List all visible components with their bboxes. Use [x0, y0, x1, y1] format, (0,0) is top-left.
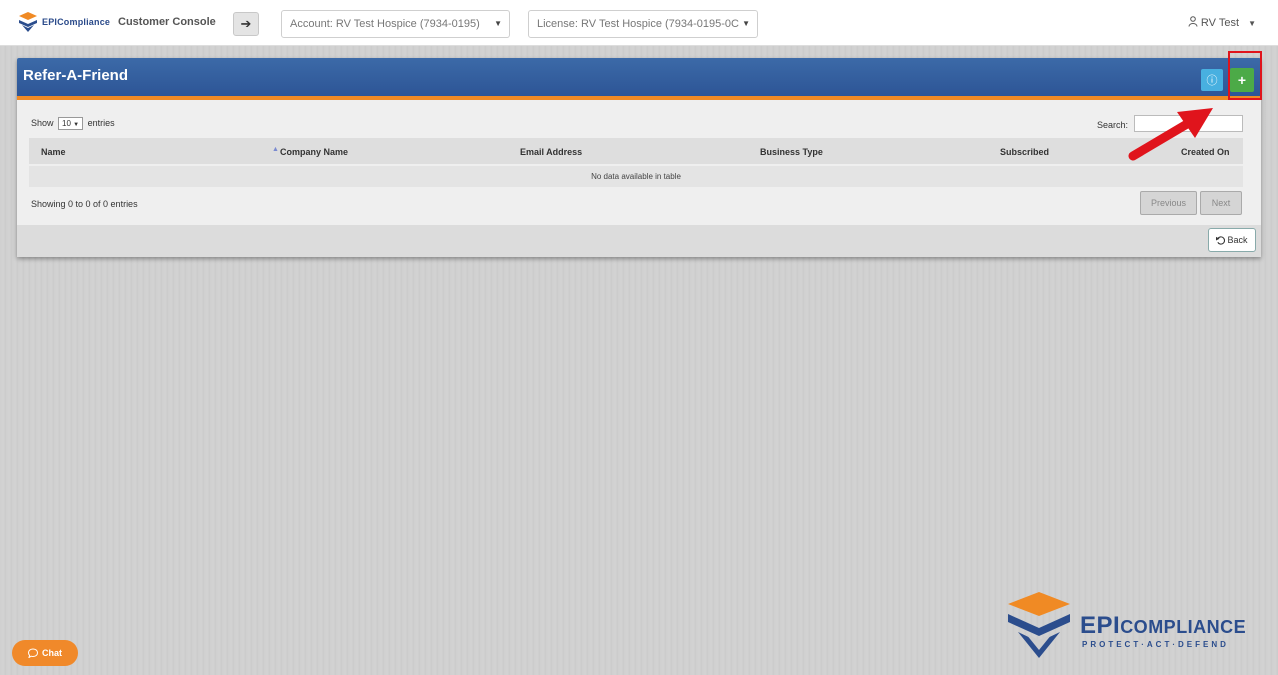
user-icon [1188, 16, 1198, 27]
footer-brand-epi: EPI [1080, 612, 1121, 639]
refer-a-friend-panel: Refer-A-Friend ⓘ + Show 10 ▼ entries Sea… [17, 58, 1261, 257]
chevron-down-icon: ▼ [1248, 19, 1256, 28]
search-label: Search: [1097, 120, 1129, 130]
chevron-down-icon: ▼ [73, 122, 80, 128]
column-header-email-address[interactable]: Email Address [520, 147, 582, 157]
chat-button[interactable]: Chat [12, 640, 78, 666]
chevron-down-icon: ▼ [742, 19, 750, 28]
chat-bubble-icon [28, 648, 38, 658]
previous-page-button[interactable]: Previous [1140, 191, 1197, 215]
epicompliance-large-logo-icon [1008, 592, 1070, 658]
user-menu[interactable]: RV Test ▼ [1188, 16, 1256, 29]
column-header-company-name[interactable]: Company Name [280, 147, 348, 157]
table-info-text: Showing 0 to 0 of 0 entries [31, 199, 138, 209]
sort-ascending-icon: ▲ [272, 146, 279, 153]
info-button[interactable]: ⓘ [1201, 69, 1223, 91]
next-page-button[interactable]: Next [1200, 191, 1242, 215]
column-header-subscribed[interactable]: Subscribed [1000, 147, 1049, 157]
user-name: RV Test [1200, 17, 1240, 29]
footer-brand-compliance: COMPLIANCE [1120, 617, 1247, 637]
red-arrow-annotation [1128, 108, 1213, 161]
license-select[interactable]: License: RV Test Hospice (7934-0195-0C ▼ [528, 10, 758, 38]
account-select[interactable]: Account: RV Test Hospice (7934-0195) ▼ [281, 10, 510, 38]
column-header-business-type[interactable]: Business Type [760, 147, 823, 157]
empty-table-message: No data available in table [29, 166, 1243, 187]
length-control: Show 10 ▼ entries [31, 117, 115, 130]
chevron-down-icon: ▼ [494, 19, 502, 28]
info-icon: ⓘ [1206, 75, 1218, 87]
back-button[interactable]: Back [1208, 228, 1256, 252]
column-header-name[interactable]: Name [41, 147, 66, 157]
panel-title: Refer-A-Friend [23, 67, 129, 84]
footer-brand-text: EPICOMPLIANCE [1080, 612, 1246, 640]
panel-footer [17, 225, 1261, 257]
entries-per-page-select[interactable]: 10 ▼ [58, 117, 84, 130]
undo-icon [1216, 235, 1226, 245]
account-select-value: Account: RV Test Hospice (7934-0195) [290, 18, 480, 30]
console-title: Customer Console [118, 16, 216, 28]
brand-text: EPICompliance [42, 17, 111, 27]
show-label: Show [31, 118, 54, 128]
back-label: Back [1227, 235, 1248, 245]
license-select-value: License: RV Test Hospice (7934-0195-0C [537, 18, 739, 30]
table-header-row: Name ▲ Company Name Email Address Busine… [29, 138, 1243, 164]
navigate-arrow-button[interactable]: ➔ [233, 12, 259, 36]
epicompliance-logo-icon[interactable] [17, 12, 39, 32]
entries-label: entries [87, 118, 115, 128]
footer-tagline: PROTECT·ACT·DEFEND [1082, 640, 1229, 649]
arrow-right-icon: ➔ [240, 16, 252, 31]
panel-header: Refer-A-Friend ⓘ + [17, 58, 1261, 100]
highlight-box-annotation [1228, 51, 1262, 100]
chat-label: Chat [42, 648, 62, 658]
top-navbar: EPICompliance Customer Console ➔ Account… [0, 0, 1278, 46]
entries-per-page-value: 10 [62, 119, 71, 128]
